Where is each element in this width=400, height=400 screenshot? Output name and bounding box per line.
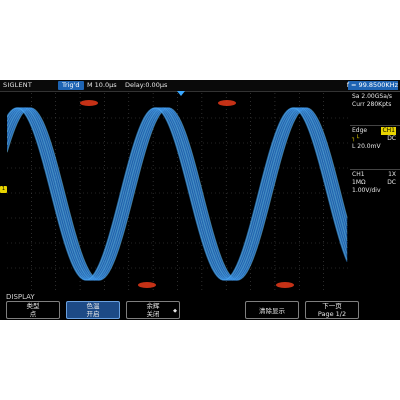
oscilloscope-screen: SIGLENT Trig'd M 10.0µs Delay:0.00µs f =… <box>0 80 400 320</box>
softkey-value: Page 1/2 <box>317 310 347 318</box>
status-bar: SIGLENT Trig'd M 10.0µs Delay:0.00µs f =… <box>0 80 400 92</box>
softkey-value: 开启 <box>86 310 100 318</box>
color-grade-softkey[interactable]: 色温 开启 <box>66 301 120 319</box>
sample-rate: Sa 2.00GSa/s <box>352 93 393 100</box>
softkey-value: 点 <box>29 310 37 318</box>
persistence-hotspot <box>138 282 156 288</box>
timebase-readout: M 10.0µs <box>87 81 117 89</box>
trigger-info[interactable]: Edge CH1 ┐└ DC L 20.0mV <box>350 125 400 169</box>
acquisition-info[interactable]: Sa 2.00GSa/s Curr 280Kpts <box>350 91 400 125</box>
delay-readout: Delay:0.00µs <box>125 81 168 89</box>
vertical-scale: 1.00V/div <box>352 187 381 194</box>
trigger-type: Edge <box>352 127 368 134</box>
channel-coupling: DC <box>387 179 396 186</box>
waveform-svg <box>7 93 348 293</box>
ch1-ground-marker-icon[interactable]: 1 <box>0 186 7 193</box>
display-type-softkey[interactable]: 类型 点 <box>6 301 60 319</box>
input-impedance: 1MΩ <box>352 179 366 186</box>
submenu-arrow-icon: ◆ <box>173 308 177 314</box>
persistence-hotspot <box>276 282 294 288</box>
softkey-label: 余辉 <box>146 302 160 310</box>
memory-depth: Curr 280Kpts <box>352 101 392 108</box>
persistence-waveform <box>7 100 348 288</box>
softkey-label: 色温 <box>86 302 100 310</box>
waveform-display <box>7 93 348 293</box>
next-page-softkey[interactable]: 下一页 Page 1/2 <box>305 301 359 319</box>
frequency-readout: f = 99.8500KHz <box>346 81 398 89</box>
softkey-bar: 类型 点 色温 开启 余辉 关闭 ◆ 清除显示 下一页 Page 1/2 <box>0 301 400 320</box>
rising-edge-icon: ┐└ <box>352 135 360 142</box>
probe-ratio: 1X <box>388 171 396 178</box>
persistence-hotspot <box>80 100 98 106</box>
persistence-hotspot <box>218 100 236 106</box>
persistence-softkey[interactable]: 余辉 关闭 ◆ <box>126 301 180 319</box>
clear-display-softkey[interactable]: 清除显示 <box>245 301 299 319</box>
menu-title: DISPLAY <box>6 293 35 301</box>
channel-info[interactable]: CH1 1X 1MΩ DC 1.00V/div <box>350 169 400 219</box>
trigger-source: CH1 <box>381 127 396 135</box>
info-panel: Sa 2.00GSa/s Curr 280Kpts Edge CH1 ┐└ DC… <box>350 91 400 296</box>
softkey-label: 下一页 <box>322 302 342 310</box>
trigger-level: L 20.0mV <box>352 143 381 150</box>
softkey-label: 类型 <box>26 302 40 310</box>
channel-name: CH1 <box>352 171 365 178</box>
trigger-coupling: DC <box>387 135 396 142</box>
softkey-label: 清除显示 <box>259 307 285 315</box>
brand-label: SIGLENT <box>3 81 33 89</box>
trigger-status-badge: Trig'd <box>58 81 84 90</box>
softkey-value: 关闭 <box>146 310 160 318</box>
